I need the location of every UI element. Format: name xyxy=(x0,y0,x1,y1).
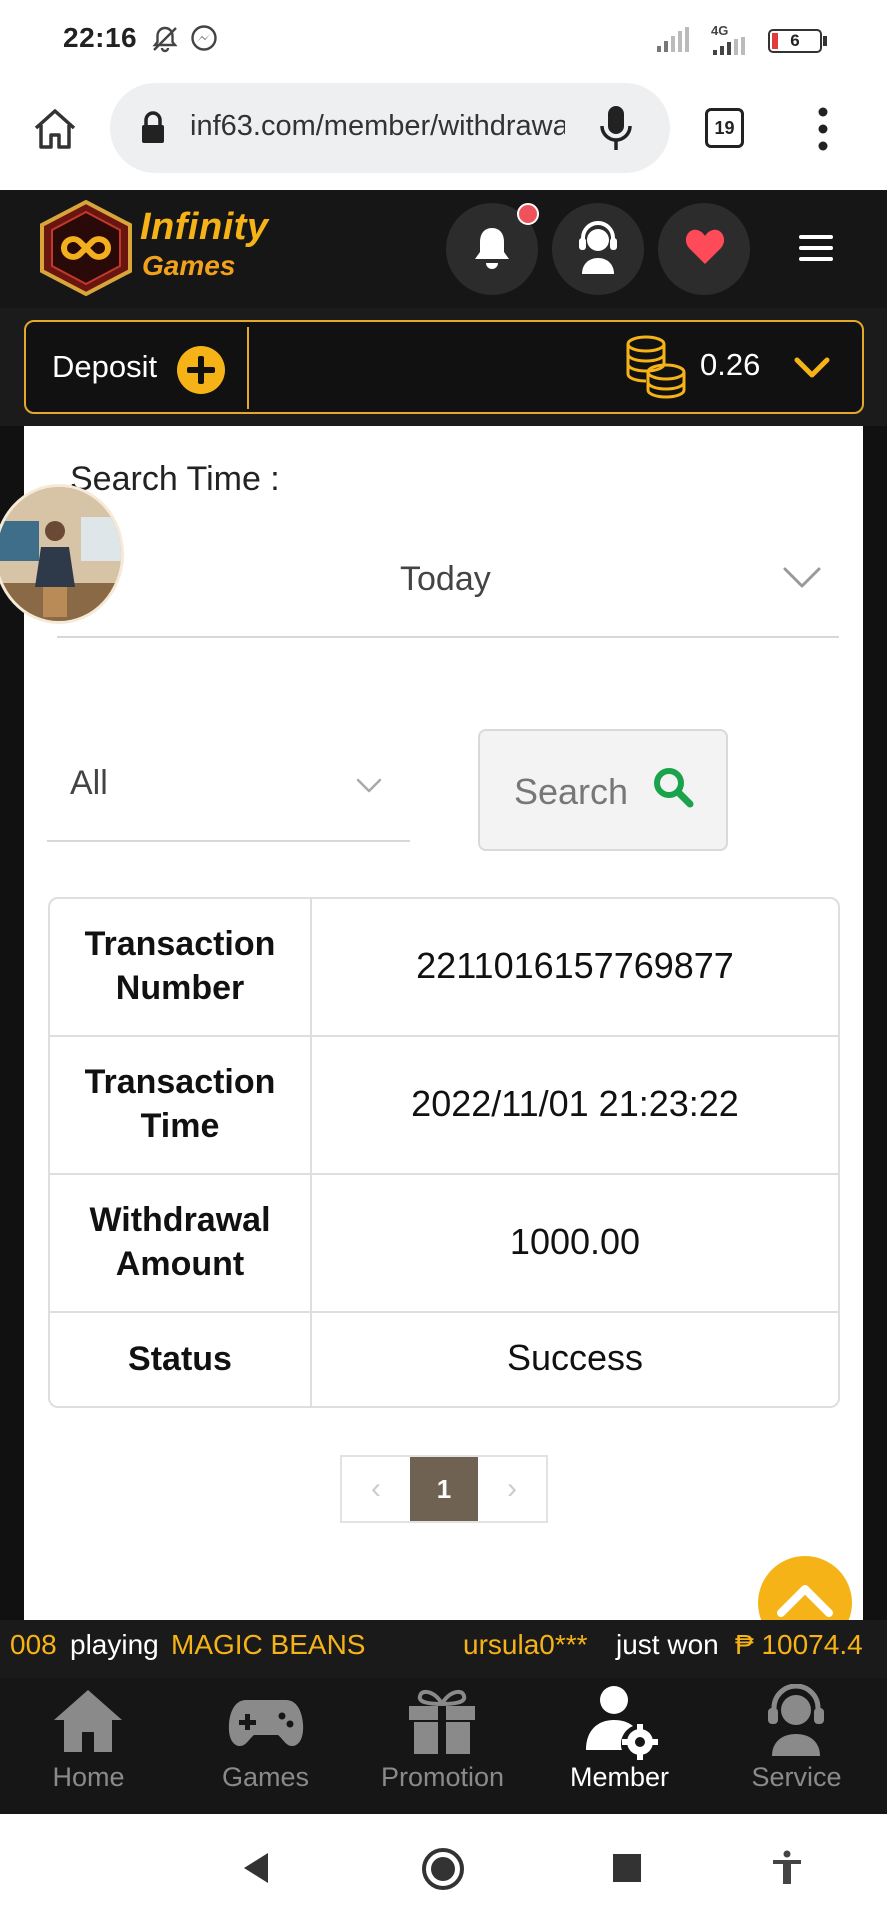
nav-label-promotion[interactable]: Promotion xyxy=(354,1762,531,1793)
mic-icon[interactable] xyxy=(598,104,634,152)
search-button-label[interactable]: Search xyxy=(514,771,628,813)
signal-icon xyxy=(657,27,689,52)
chevron-down-icon[interactable] xyxy=(782,566,822,590)
hamburger-icon[interactable] xyxy=(797,232,835,264)
transaction-number-value: 2211016157769877 xyxy=(416,945,734,986)
page-current[interactable]: 1 xyxy=(410,1457,478,1521)
page-next-button[interactable]: › xyxy=(478,1457,546,1521)
heart-icon[interactable] xyxy=(684,228,726,266)
label-line: Time xyxy=(140,1107,220,1145)
time-range-underline xyxy=(57,636,839,638)
search-icon[interactable] xyxy=(651,765,695,809)
time-range-value[interactable]: Today xyxy=(400,560,491,599)
withdrawal-amount-value: 1000.00 xyxy=(509,1221,641,1262)
label-line: Withdrawal xyxy=(89,1201,271,1239)
member-settings-icon[interactable] xyxy=(580,1684,660,1760)
table-divider xyxy=(50,1035,838,1037)
support-agent-icon[interactable] xyxy=(574,220,622,276)
battery-percent: 6 xyxy=(790,31,800,50)
label-line: Transaction xyxy=(84,1063,276,1101)
gamepad-icon[interactable] xyxy=(228,1694,304,1750)
status-time: 22:16 xyxy=(63,22,138,53)
home-circle-icon[interactable] xyxy=(421,1847,465,1891)
nav-label-service[interactable]: Service xyxy=(708,1762,885,1793)
transaction-time-value: 2022/11/01 21:23:22 xyxy=(411,1083,739,1124)
site-logo[interactable] xyxy=(36,200,136,296)
gift-icon[interactable] xyxy=(405,1686,479,1756)
bell-off-icon xyxy=(152,26,178,53)
nav-label-member[interactable]: Member xyxy=(531,1762,708,1793)
ticker-game: MAGIC BEANS xyxy=(171,1629,366,1660)
ticker-action: playing xyxy=(70,1629,159,1660)
label-line: Amount xyxy=(115,1245,245,1283)
nav-label-games[interactable]: Games xyxy=(177,1762,354,1793)
label-line: Number xyxy=(115,969,245,1007)
home-icon[interactable] xyxy=(30,106,80,152)
type-select-underline xyxy=(47,840,410,842)
more-vert-icon[interactable] xyxy=(814,106,832,152)
logo-text-games[interactable]: Games xyxy=(142,250,235,282)
recents-icon[interactable] xyxy=(612,1853,642,1883)
page-prev-button[interactable]: ‹ xyxy=(342,1457,410,1521)
support-agent-icon[interactable] xyxy=(760,1684,832,1758)
floating-avatar[interactable] xyxy=(0,484,124,624)
tabs-button[interactable]: 19 xyxy=(705,108,744,148)
label-line: Status xyxy=(128,1340,232,1378)
deposit-label[interactable]: Deposit xyxy=(52,349,157,385)
table-row-label: Withdrawal Amount xyxy=(50,1198,310,1286)
ticker-user: 008 xyxy=(10,1629,57,1660)
notification-badge xyxy=(517,203,539,225)
label-line: Transaction xyxy=(84,925,276,963)
status-value: Success xyxy=(506,1337,644,1378)
bell-icon[interactable] xyxy=(472,224,512,272)
url-text[interactable]: inf63.com/member/withdrawal xyxy=(190,110,565,143)
logo-text-infinity[interactable]: Infinity xyxy=(140,206,269,249)
ticker-action: just won xyxy=(616,1629,719,1660)
home-icon[interactable] xyxy=(52,1686,124,1756)
battery-tip xyxy=(823,36,827,46)
balance-amount[interactable]: 0.26 xyxy=(700,347,760,383)
search-time-label: Search Time : xyxy=(70,460,280,498)
accessibility-icon[interactable] xyxy=(771,1850,803,1886)
table-row-label: Transaction Number xyxy=(50,922,310,1010)
messenger-icon xyxy=(191,25,217,51)
chevron-down-icon[interactable] xyxy=(356,778,382,794)
frame-right xyxy=(863,426,887,1620)
ticker-user: ursula0*** xyxy=(463,1629,588,1660)
back-icon[interactable] xyxy=(240,1851,272,1885)
table-row-label: Status xyxy=(50,1337,310,1381)
table-divider xyxy=(50,1173,838,1175)
chevron-down-icon[interactable] xyxy=(794,356,830,380)
coins-icon xyxy=(626,335,686,399)
ticker-amount: ₱ 10074.4 xyxy=(735,1629,863,1660)
wallet-divider xyxy=(247,327,249,409)
table-divider xyxy=(50,1311,838,1313)
plus-circle-icon[interactable] xyxy=(176,345,226,395)
signal-4g-icon xyxy=(713,37,745,55)
lock-icon[interactable] xyxy=(140,111,166,145)
table-row-label: Transaction Time xyxy=(50,1060,310,1148)
chevron-up-icon[interactable] xyxy=(776,1582,834,1618)
type-select-value[interactable]: All xyxy=(70,764,108,803)
nav-label-home[interactable]: Home xyxy=(0,1762,177,1793)
